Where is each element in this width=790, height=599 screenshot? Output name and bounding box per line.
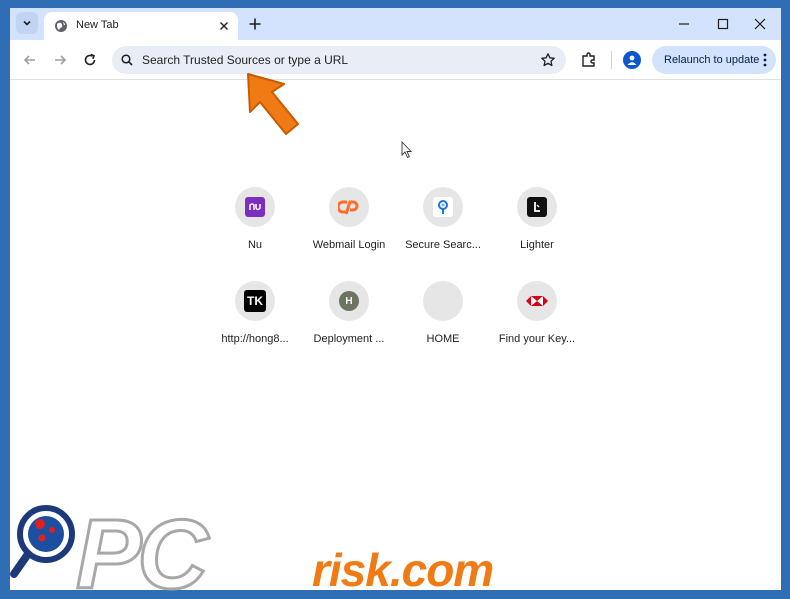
shortcut-icon-circle [329,187,369,227]
tab-strip: New Tab [10,8,781,40]
relaunch-label: Relaunch to update [664,54,760,66]
chevron-down-icon [23,20,31,26]
address-bar[interactable] [112,46,566,74]
relaunch-to-update-button[interactable]: Relaunch to update [652,46,776,74]
window-close-icon[interactable] [753,17,767,31]
lighter-logo-icon [527,197,547,217]
shortcut-label: Deployment ... [313,333,385,345]
letter-h-icon: H [339,291,359,311]
shortcut-label: Nu [247,239,263,251]
shortcut-tile[interactable]: H Deployment ... [302,281,396,361]
toolbar-separator [611,51,612,69]
tab-search-button[interactable] [16,12,38,34]
mouse-cursor-icon [401,141,413,159]
search-icon [121,54,133,66]
toolbar: Relaunch to update [10,40,781,80]
shortcut-tile[interactable]: HOME [396,281,490,361]
shortcut-tile[interactable]: Find your Key... [490,281,584,361]
shortcut-tile[interactable]: Webmail Login [302,187,396,267]
shortcut-icon-circle [423,187,463,227]
shortcut-icon-circle [517,281,557,321]
tab-new-tab[interactable]: New Tab [44,12,238,40]
cpanel-logo-icon [338,200,359,215]
address-input[interactable] [142,46,522,74]
shortcut-label: http://hong8... [221,333,289,345]
plus-icon[interactable] [248,17,262,31]
bookmark-star-icon[interactable] [540,52,556,68]
person-icon [627,55,637,65]
extensions-puzzle-icon[interactable] [580,51,598,69]
shortcut-tile[interactable]: TK http://hong8... [208,281,302,361]
hsbc-logo-icon [526,296,548,306]
close-icon[interactable] [218,20,230,32]
shortcut-tile[interactable]: Lighter [490,187,584,267]
shortcut-label: Lighter [520,239,554,251]
watermark-risk-text: risk.com [312,544,494,596]
profile-avatar[interactable] [623,51,641,69]
back-arrow-icon[interactable] [22,52,38,68]
reload-icon[interactable] [82,52,98,68]
more-vert-icon[interactable] [762,53,768,67]
minimize-icon[interactable] [677,17,691,31]
nu-logo-icon [245,197,265,217]
watermark-pc-text: PC [74,498,209,599]
shortcut-icon-circle [517,187,557,227]
shortcut-label: HOME [426,333,460,345]
shortcut-icon-circle: H [329,281,369,321]
annotation-arrow-icon [247,73,299,135]
shortcut-tile[interactable]: Nu [208,187,302,267]
shortcut-icon-circle [235,187,275,227]
shortcut-label: Secure Searc... [405,239,481,251]
tab-title: New Tab [76,19,119,31]
shortcut-label: Webmail Login [312,239,386,251]
maximize-icon[interactable] [716,17,730,31]
tiktok-tk-icon: TK [244,290,266,312]
blank-favicon-icon [423,281,463,321]
shortcut-tile[interactable]: Secure Searc... [396,187,490,267]
forward-arrow-icon[interactable] [52,52,68,68]
secure-search-icon [433,197,453,217]
shortcut-label: Find your Key... [498,333,576,345]
globe-icon [55,20,67,32]
shortcut-icon-circle: TK [235,281,275,321]
